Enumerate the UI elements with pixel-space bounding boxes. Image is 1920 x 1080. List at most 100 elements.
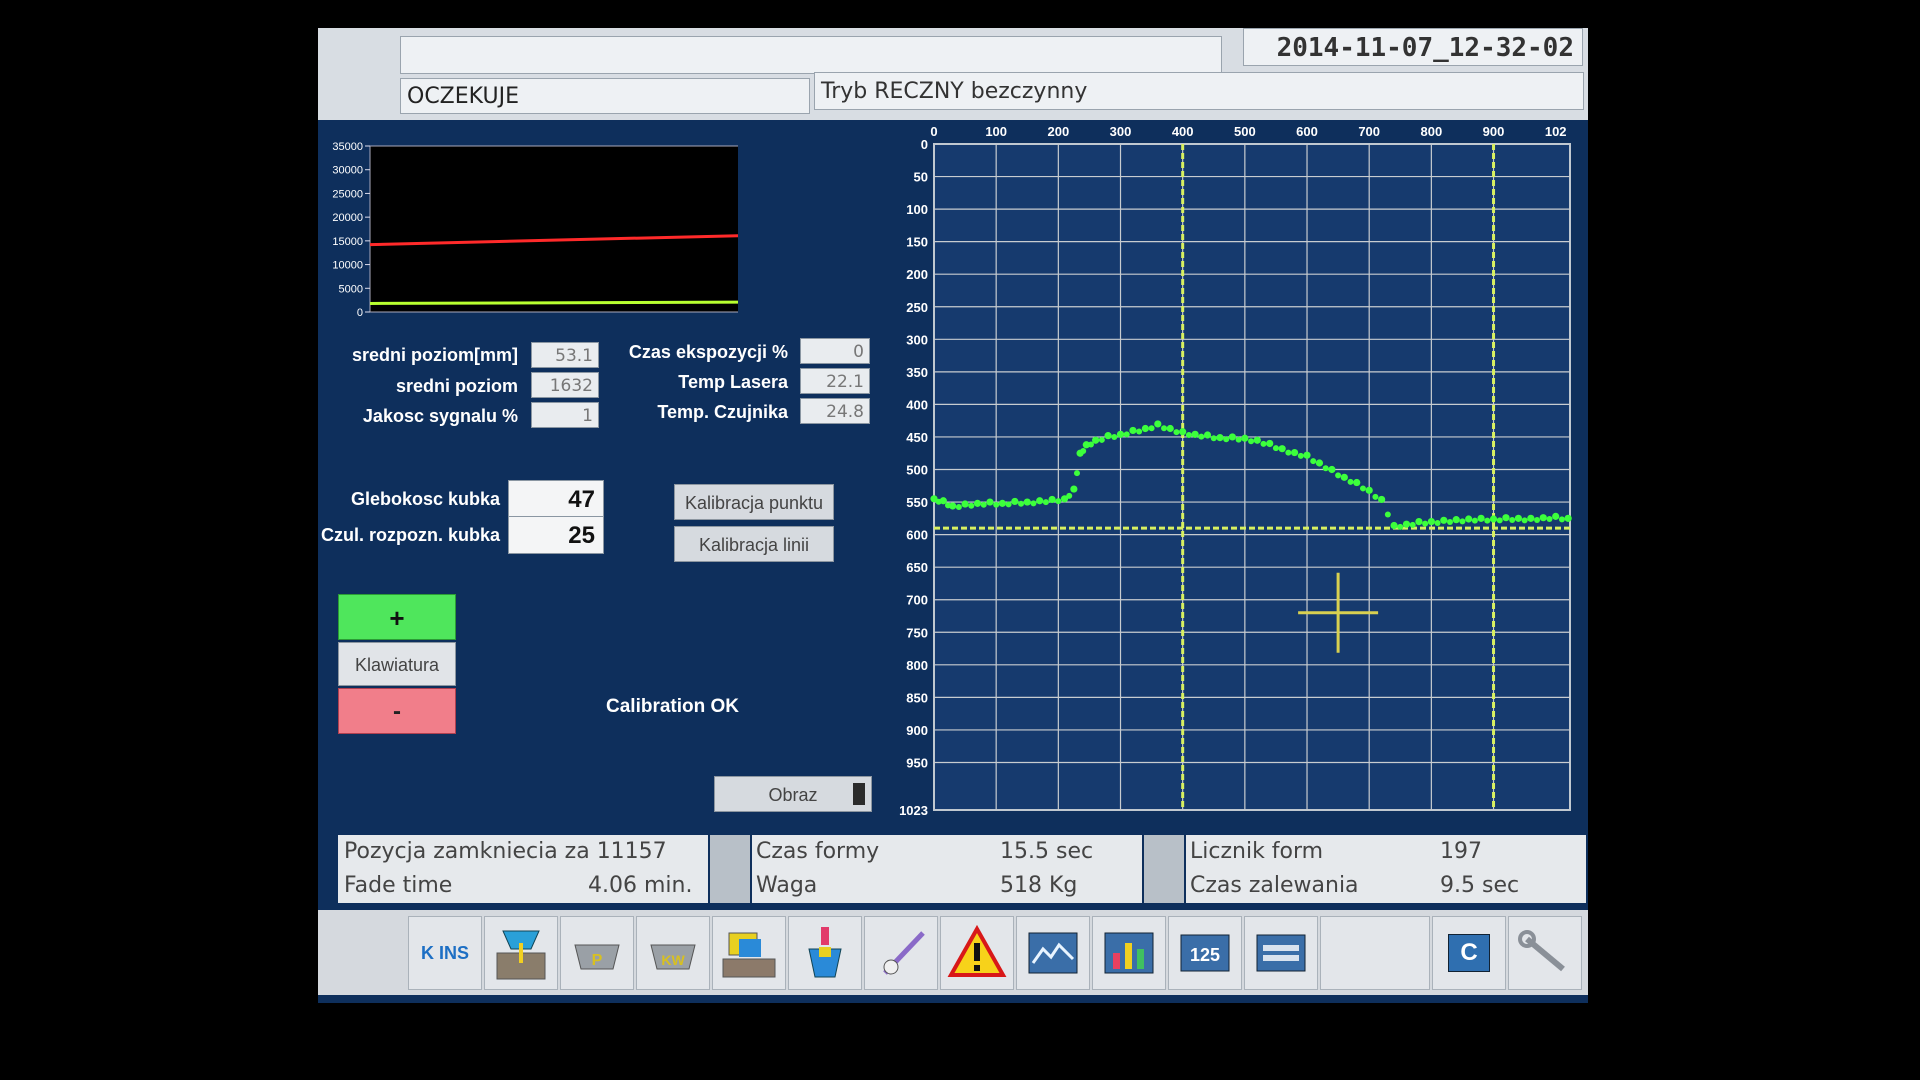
wrench-button[interactable]	[1508, 916, 1582, 990]
info-panel-left: Pozycja zamkniecia za 11157 Fade time 4.…	[338, 835, 708, 903]
profile-ytick-label: 200	[906, 267, 928, 282]
minus-button[interactable]: -	[338, 688, 456, 734]
profile-point	[949, 502, 957, 510]
profile-point	[955, 503, 962, 510]
glebokosc-input[interactable]: 47	[508, 480, 604, 518]
mold-box-icon	[722, 932, 776, 978]
wrench-icon	[1518, 930, 1565, 972]
kalibracja-linii-button[interactable]: Kalibracja linii	[674, 526, 834, 562]
profile-xtick-label: 900	[1483, 124, 1505, 139]
profile-point	[1558, 516, 1565, 523]
profile-point	[1422, 520, 1429, 527]
profile-point	[1496, 517, 1503, 524]
fade-value: 4.06 min.	[588, 873, 693, 898]
profile-point	[1116, 430, 1125, 438]
profile-point	[1303, 451, 1311, 459]
profile-point	[1011, 497, 1019, 506]
profile-point	[1315, 459, 1324, 467]
c-button[interactable]: C	[1432, 916, 1506, 990]
screen-icon	[1256, 934, 1306, 972]
profile-point	[1539, 514, 1547, 522]
profile-point	[1080, 448, 1087, 455]
czulosc-label: Czul. rozpozn. kubka	[320, 525, 500, 545]
temp-lasera-value: 22.1	[800, 368, 870, 394]
profile-point	[1203, 431, 1212, 439]
ladle-pour-button[interactable]	[484, 916, 558, 990]
profile-point	[1161, 425, 1168, 432]
probe-hand-button[interactable]	[864, 916, 938, 990]
profile-ytick-label: 500	[906, 463, 928, 478]
obraz-label: Obraz	[768, 785, 818, 805]
profile-ytick-label: 550	[906, 495, 928, 510]
profile-point	[1092, 436, 1100, 444]
profile-ytick-label: 450	[906, 430, 928, 445]
profile-point	[1489, 515, 1498, 523]
profile-point	[1260, 440, 1267, 447]
profile-xtick-label: 500	[1234, 124, 1256, 139]
probe-hand-icon	[883, 931, 925, 975]
counter-button[interactable]: 125	[1168, 916, 1242, 990]
profile-point	[1340, 473, 1348, 481]
trend-ytick-label: 25000	[332, 188, 363, 200]
mode-field: Tryb RECZNY bezczynny	[814, 72, 1584, 110]
waga-value: 518 Kg	[1000, 873, 1078, 898]
profile-point	[1359, 485, 1366, 492]
profile-point	[1018, 500, 1025, 507]
profile-point	[1166, 424, 1174, 433]
profile-point	[1372, 493, 1379, 500]
profile-point	[1070, 485, 1078, 493]
profile-ytick-label: 400	[906, 397, 928, 412]
profile-point	[1030, 500, 1037, 507]
plus-button[interactable]: +	[338, 594, 456, 640]
profile-point	[1278, 445, 1286, 453]
czas-ekspozycji-label: Czas ekspozycji %	[628, 342, 788, 362]
bar-chart-button[interactable]	[1092, 916, 1166, 990]
profile-point	[1005, 501, 1012, 508]
profile-point	[1111, 434, 1118, 441]
kons-logo-button[interactable]: K INS	[408, 916, 482, 990]
kalibracja-punktu-button[interactable]: Kalibracja punktu	[674, 484, 834, 520]
profile-point	[1241, 434, 1249, 442]
profile-point	[1390, 521, 1398, 530]
ladle-kw-button[interactable]: KW	[636, 916, 710, 990]
licznik-value: 197	[1440, 839, 1482, 864]
trend-ytick-label: 15000	[332, 236, 363, 248]
obraz-button[interactable]: Obraz	[714, 776, 872, 812]
profile-xtick-label: 100	[985, 124, 1007, 139]
profile-point	[1104, 432, 1112, 440]
message-field	[400, 36, 1222, 74]
profile-point	[1447, 518, 1454, 525]
profile-point	[1179, 428, 1187, 436]
ladle-p-button[interactable]: P	[560, 916, 634, 990]
profile-point	[1322, 465, 1329, 472]
chart-line-button[interactable]	[1016, 916, 1090, 990]
trend-plot-area	[369, 145, 738, 313]
czulosc-input[interactable]: 25	[508, 516, 604, 554]
glebokosc-label: Glebokosc kubka	[350, 489, 500, 509]
profile-ytick-label: 750	[906, 625, 928, 640]
jakosc-sygnalu-value: 1	[531, 402, 599, 428]
profile-point	[1036, 497, 1044, 505]
c-icon: C	[1448, 934, 1490, 972]
mold-box-button[interactable]	[712, 916, 786, 990]
profile-ytick-label: 0	[921, 137, 928, 152]
warning-button[interactable]	[940, 916, 1014, 990]
ladle-pour-icon	[496, 930, 546, 980]
jakosc-sygnalu-label: Jakosc sygnalu %	[362, 406, 518, 426]
profile-point	[1335, 472, 1342, 479]
profile-point	[1048, 495, 1056, 504]
temp-czujnika-value: 24.8	[800, 398, 870, 424]
profile-point	[1384, 511, 1391, 518]
profile-point	[1347, 478, 1354, 485]
stopper-button[interactable]	[788, 916, 862, 990]
klawiatura-button[interactable]: Klawiatura	[338, 642, 456, 686]
profile-point	[1148, 425, 1155, 432]
profile-point	[1154, 420, 1162, 428]
screen-button[interactable]	[1244, 916, 1318, 990]
bar-chart-icon	[1104, 932, 1154, 974]
blank-button[interactable]	[1320, 916, 1430, 990]
profile-point	[1564, 514, 1572, 522]
profile-point	[1546, 516, 1553, 523]
ladle-p-icon: P	[574, 944, 620, 970]
hmi-screen: 2014-11-07_12-32-02 OCZEKUJE Tryb RECZNY…	[318, 28, 1588, 1003]
